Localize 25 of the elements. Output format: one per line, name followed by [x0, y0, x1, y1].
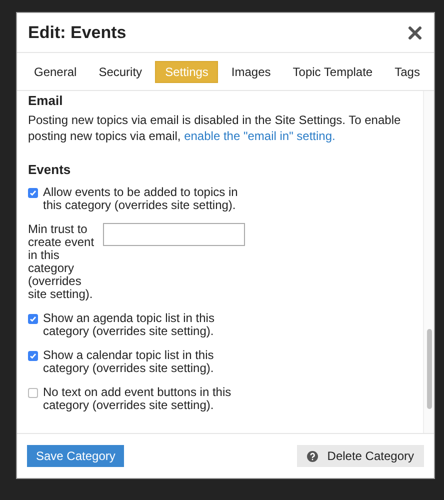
checkbox[interactable] — [28, 314, 38, 324]
tab[interactable]: Security — [90, 60, 152, 82]
settings-link[interactable]: enable the "email in" setting. — [184, 129, 336, 143]
save-button[interactable]: Save Category — [27, 445, 124, 467]
checkbox-label: Show an agenda topic list in this category (overrides site setting). — [43, 312, 216, 338]
tab[interactable]: Tags — [386, 60, 429, 82]
field-label: Min trust to create event in this category (overrides site setting). — [28, 222, 96, 300]
checkbox[interactable] — [28, 188, 38, 198]
checkbox[interactable] — [28, 350, 38, 360]
checkbox-label: Allow events to be added to topics in this category (overrides site setting). — [43, 186, 239, 212]
delete-button[interactable]: Delete Category — [297, 445, 424, 467]
scrollbar-thumb[interactable] — [426, 329, 432, 409]
checkbox-label: No text on add event buttons in this category (overrides site setting). — [43, 386, 232, 412]
tab[interactable]: Images — [222, 60, 280, 82]
tab[interactable]: General — [25, 60, 86, 82]
trust-input-field[interactable] — [103, 222, 245, 246]
email-notice: Posting new topics via email is disabled in the Site Settings. To enable posting new topics via email, enable the "email in" setting. — [28, 112, 402, 144]
section-heading: Email — [28, 93, 64, 108]
dialog-title: Edit: Events — [28, 22, 126, 44]
close-icon[interactable] — [408, 26, 422, 40]
section-heading: Events — [28, 161, 72, 179]
tab[interactable]: Topic Template — [284, 60, 382, 82]
checkbox-label: Show a calendar topic list in this category (overrides site setting). — [43, 348, 215, 374]
checkbox[interactable] — [28, 388, 38, 398]
question-icon — [307, 450, 318, 462]
